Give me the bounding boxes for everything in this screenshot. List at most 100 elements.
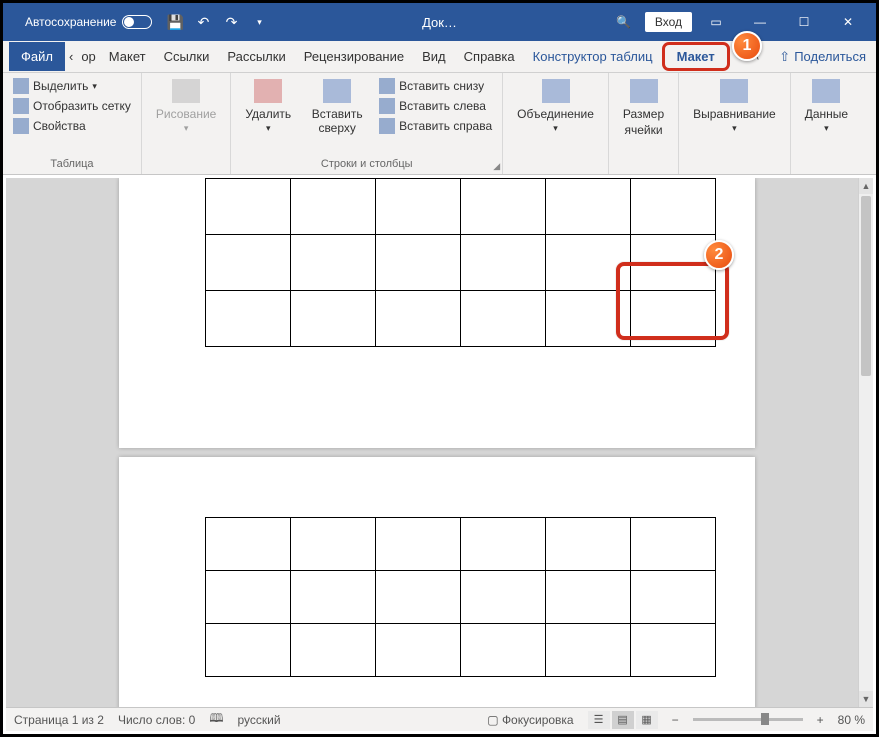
delete-label: Удалить	[245, 107, 291, 121]
qat-dropdown-icon[interactable]: ▾	[250, 13, 268, 31]
delete-table-icon	[254, 79, 282, 103]
delete-button[interactable]: Удалить ▾	[239, 77, 297, 136]
group-merge-label	[511, 156, 600, 172]
zoom-in-button[interactable]: +	[817, 713, 824, 727]
callout-1: 1	[732, 31, 762, 61]
insert-left-icon	[379, 98, 395, 114]
data-label: Данные	[805, 107, 848, 121]
focus-label: Фокусировка	[502, 713, 574, 727]
group-cell-size: Размер ячейки	[609, 73, 679, 174]
table-2[interactable]	[205, 517, 716, 677]
scroll-down-icon[interactable]: ▼	[859, 691, 873, 707]
group-merge: Объединение ▾	[503, 73, 609, 174]
cursor-icon	[13, 78, 29, 94]
search-icon[interactable]: 🔍	[607, 15, 641, 29]
group-alignment-label	[687, 156, 782, 172]
web-layout-icon[interactable]: ▦	[636, 711, 658, 729]
login-button[interactable]: Вход	[645, 12, 692, 32]
group-rows-cols: Удалить ▾ Вставить сверху Вставить снизу…	[231, 73, 503, 174]
tab-table-design[interactable]: Конструктор таблиц	[524, 43, 662, 70]
autosave-label: Автосохранение	[25, 15, 116, 29]
save-icon[interactable]: 💾	[166, 13, 184, 31]
insert-right-icon	[379, 118, 395, 134]
status-bar: Страница 1 из 2 Число слов: 0 🕮 русский …	[6, 707, 873, 731]
merge-button[interactable]: Объединение ▾	[511, 77, 600, 136]
dialog-launcher-icon[interactable]: ◢	[493, 161, 500, 172]
group-cell-size-label	[617, 156, 670, 172]
alignment-button[interactable]: Выравнивание ▾	[687, 77, 782, 136]
print-layout-icon[interactable]: ▤	[612, 711, 634, 729]
group-rows-cols-label: Строки и столбцы	[239, 156, 494, 172]
group-table-label: Таблица	[11, 156, 133, 172]
redo-icon[interactable]: ↷	[222, 13, 240, 31]
document-title: Док…	[422, 15, 457, 30]
cell-size-label1: Размер	[623, 107, 664, 121]
maximize-icon[interactable]: ☐	[784, 8, 824, 36]
scroll-up-icon[interactable]: ▲	[859, 178, 873, 194]
page-1[interactable]	[119, 178, 755, 448]
tab-nav-prev[interactable]: ‹	[65, 43, 77, 70]
zoom-slider[interactable]	[693, 718, 803, 721]
insert-left-label: Вставить слева	[399, 99, 486, 113]
page-indicator[interactable]: Страница 1 из 2	[14, 713, 104, 727]
tab-file[interactable]: Файл	[9, 42, 65, 71]
tab-layout-active[interactable]: Макет	[662, 42, 730, 71]
group-draw-label	[150, 156, 222, 172]
autosave-toggle[interactable]: Автосохранение	[3, 15, 152, 29]
group-data-label	[799, 156, 854, 172]
zoom-level[interactable]: 80 %	[838, 713, 865, 727]
undo-icon[interactable]: ↶	[194, 13, 212, 31]
tab-links[interactable]: Ссылки	[155, 43, 219, 70]
language-indicator[interactable]: русский	[237, 713, 280, 727]
group-table: Выделить▾ Отобразить сетку Свойства Табл…	[3, 73, 142, 174]
draw-button: Рисование ▾	[150, 77, 222, 136]
toggle-switch-icon[interactable]	[122, 15, 152, 29]
insert-right-label: Вставить справа	[399, 119, 492, 133]
word-count[interactable]: Число слов: 0	[118, 713, 195, 727]
properties-button[interactable]: Свойства	[11, 117, 133, 135]
alignment-icon	[720, 79, 748, 103]
insert-above-button[interactable]: Вставить сверху	[303, 77, 371, 137]
insert-below-icon	[379, 78, 395, 94]
scroll-thumb[interactable]	[861, 196, 871, 376]
read-mode-icon[interactable]: ☰	[588, 711, 610, 729]
merge-label: Объединение	[517, 107, 594, 121]
data-icon	[812, 79, 840, 103]
alignment-label: Выравнивание	[693, 107, 776, 121]
group-data: Данные ▾	[791, 73, 862, 174]
data-button[interactable]: Данные ▾	[799, 77, 854, 136]
zoom-out-button[interactable]: −	[672, 713, 679, 727]
cell-size-button[interactable]: Размер ячейки	[617, 77, 670, 139]
tab-view[interactable]: Вид	[413, 43, 455, 70]
tab-review[interactable]: Рецензирование	[295, 43, 413, 70]
grid-icon	[13, 98, 29, 114]
tab-maket[interactable]: Макет	[100, 43, 155, 70]
select-button[interactable]: Выделить▾	[11, 77, 133, 95]
callout-2: 2	[704, 240, 734, 270]
page-2[interactable]	[119, 457, 755, 707]
view-buttons: ☰ ▤ ▦	[588, 711, 658, 729]
ribbon-options-icon[interactable]: ▭	[696, 8, 736, 36]
share-label: Поделиться	[794, 49, 866, 64]
group-draw: Рисование ▾	[142, 73, 231, 174]
insert-right-button[interactable]: Вставить справа	[377, 117, 494, 135]
close-icon[interactable]: ✕	[828, 8, 868, 36]
pencil-icon	[172, 79, 200, 103]
group-alignment: Выравнивание ▾	[679, 73, 791, 174]
insert-below-button[interactable]: Вставить снизу	[377, 77, 494, 95]
ribbon: Выделить▾ Отобразить сетку Свойства Табл…	[3, 73, 876, 175]
show-grid-button[interactable]: Отобразить сетку	[11, 97, 133, 115]
properties-label: Свойства	[33, 119, 86, 133]
insert-above-icon	[323, 79, 351, 103]
tab-truncated[interactable]: ор	[77, 43, 99, 70]
share-button[interactable]: ⇧ Поделиться	[769, 43, 876, 71]
show-grid-label: Отобразить сетку	[33, 99, 131, 113]
selected-cell-highlight	[616, 262, 729, 340]
vertical-scrollbar[interactable]: ▲ ▼	[858, 178, 873, 707]
insert-left-button[interactable]: Вставить слева	[377, 97, 494, 115]
tab-help[interactable]: Справка	[455, 43, 524, 70]
tab-mailings[interactable]: Рассылки	[218, 43, 294, 70]
focus-mode[interactable]: ▢ Фокусировка	[487, 713, 573, 727]
properties-icon	[13, 118, 29, 134]
spellcheck-icon[interactable]: 🕮	[209, 709, 223, 730]
